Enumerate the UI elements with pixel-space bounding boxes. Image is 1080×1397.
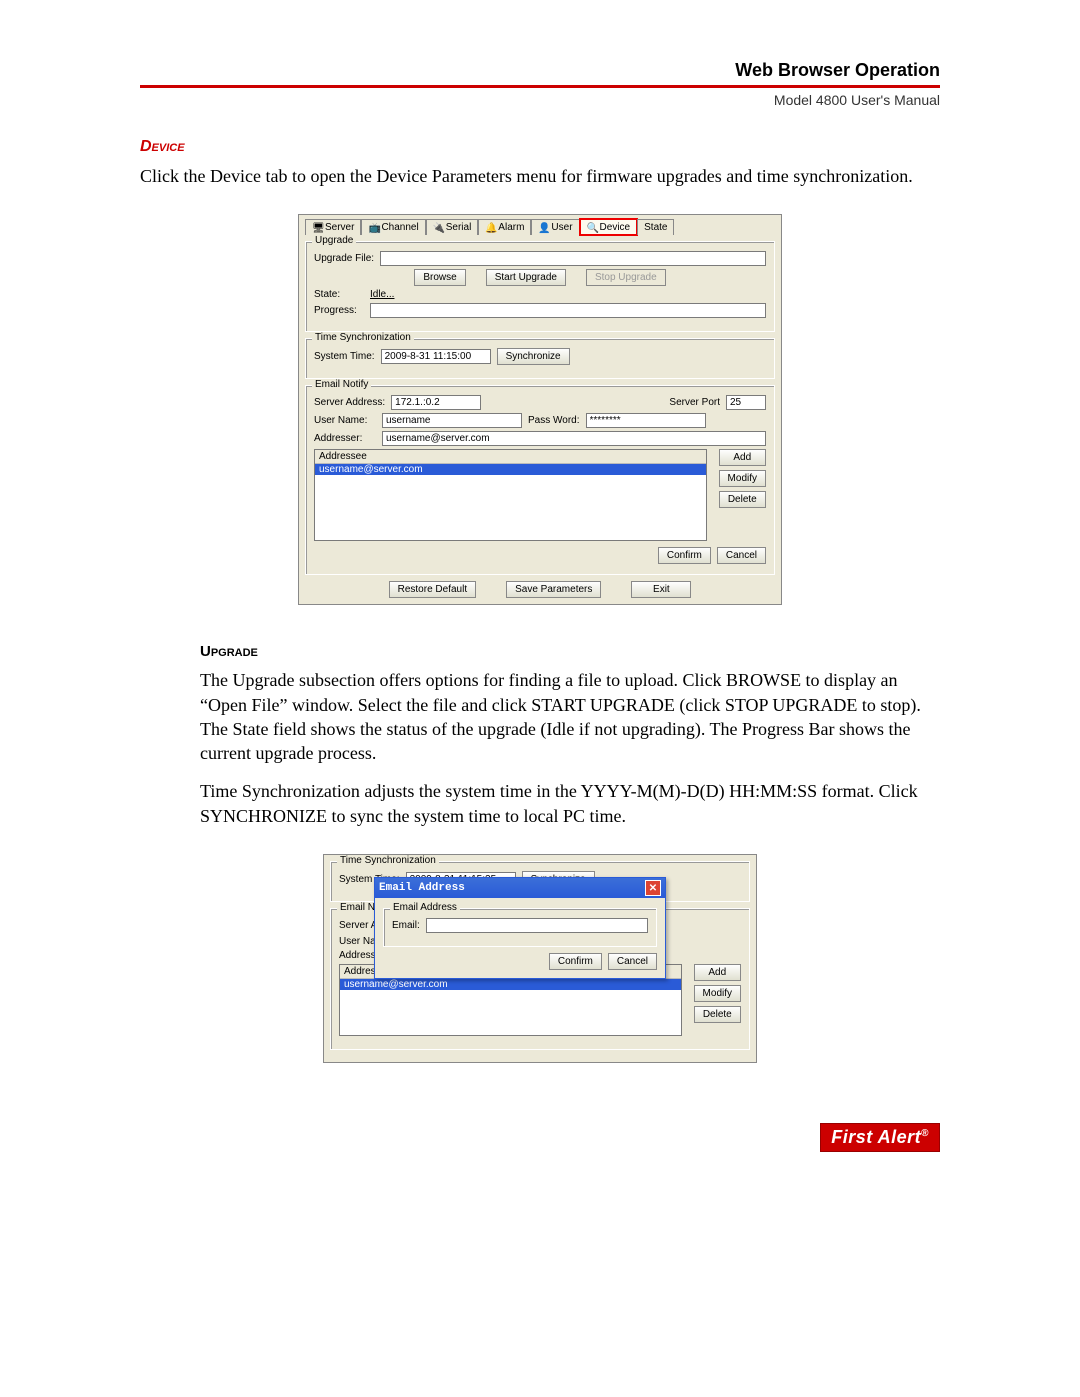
email-cancel-button[interactable]: Cancel: [717, 547, 766, 564]
username-input[interactable]: [382, 413, 522, 428]
dialog-cancel-button[interactable]: Cancel: [608, 953, 657, 970]
alarm-icon: 🔔: [485, 223, 495, 233]
tab-server[interactable]: 🖥Server: [305, 219, 361, 235]
dialog-confirm-button[interactable]: Confirm: [549, 953, 602, 970]
tab-device-label: Device: [600, 222, 631, 233]
addressee-list[interactable]: Addressee username@server.com: [314, 449, 707, 541]
tab-channel[interactable]: 📺Channel: [361, 219, 425, 235]
delete-button[interactable]: Delete: [719, 491, 766, 508]
upgrade-paragraph-1: The Upgrade subsection offers options fo…: [200, 668, 940, 765]
dialog-email-legend: Email Address: [390, 902, 460, 913]
delete-button-2[interactable]: Delete: [694, 1006, 741, 1023]
logo-text: First Alert: [831, 1127, 921, 1147]
server-address-input[interactable]: [391, 395, 481, 410]
dialog-title-text: Email Address: [379, 882, 465, 894]
channel-icon: 📺: [368, 223, 378, 233]
tab-serial[interactable]: 🔌Serial: [426, 219, 479, 235]
add-button-2[interactable]: Add: [694, 964, 741, 981]
addresser-input[interactable]: [382, 431, 766, 446]
tab-state-label: State: [644, 222, 667, 233]
state-label: State:: [314, 289, 364, 300]
server-address-label: Server Address:: [314, 397, 385, 408]
addressee-item[interactable]: username@server.com: [315, 464, 706, 475]
upgrade-legend: Upgrade: [312, 235, 356, 246]
username-label: User Name:: [314, 415, 376, 426]
tab-server-label: Server: [325, 222, 354, 233]
tab-device[interactable]: 🔍Device: [580, 219, 638, 235]
page-header-title: Web Browser Operation: [140, 60, 940, 81]
dialog-email-input[interactable]: [426, 918, 648, 933]
tab-serial-label: Serial: [446, 222, 472, 233]
upgrade-file-label: Upgrade File:: [314, 253, 374, 264]
device-intro-text: Click the Device tab to open the Device …: [140, 164, 940, 188]
email-address-dialog: Email Address ✕ Email Address Email: Con…: [374, 877, 666, 979]
tab-user-label: User: [551, 222, 572, 233]
synchronize-button[interactable]: Synchronize: [497, 348, 570, 365]
start-upgrade-button[interactable]: Start Upgrade: [486, 269, 566, 286]
first-alert-logo: First Alert®: [820, 1123, 940, 1152]
tab-bar: 🖥Server 📺Channel 🔌Serial 🔔Alarm 👤User 🔍D…: [305, 219, 775, 235]
addresser-label: Addresser:: [314, 433, 376, 444]
progress-bar: [370, 303, 766, 318]
timesync-group: Time Synchronization System Time: Synchr…: [305, 338, 775, 379]
page-header-subtitle: Model 4800 User's Manual: [140, 92, 940, 108]
modify-button-2[interactable]: Modify: [694, 985, 741, 1002]
dialog-email-label: Email:: [392, 920, 420, 931]
server-port-input[interactable]: [726, 395, 766, 410]
timesync-legend-2: Time Synchronization: [337, 855, 439, 866]
password-label: Pass Word:: [528, 415, 580, 426]
email-confirm-button[interactable]: Confirm: [658, 547, 711, 564]
tab-user[interactable]: 👤User: [531, 219, 579, 235]
systime-input[interactable]: [381, 349, 491, 364]
user-icon: 👤: [538, 223, 548, 233]
state-value: Idle...: [370, 289, 394, 300]
server-icon: 🖥: [312, 223, 322, 233]
upgrade-paragraph-2: Time Synchronization adjusts the system …: [200, 779, 940, 828]
email-group: Email Notify Server Address: Server Port…: [305, 385, 775, 575]
device-tab-screenshot: 🖥Server 📺Channel 🔌Serial 🔔Alarm 👤User 🔍D…: [298, 214, 782, 605]
logo-registered: ®: [921, 1128, 929, 1139]
serial-icon: 🔌: [433, 223, 443, 233]
addressee-item-2[interactable]: username@server.com: [340, 979, 681, 990]
server-port-label: Server Port: [669, 397, 720, 408]
browse-button[interactable]: Browse: [414, 269, 465, 286]
upgrade-file-input[interactable]: [380, 251, 766, 266]
email-dialog-screenshot: Time Synchronization System Time: Synchr…: [323, 854, 757, 1063]
save-parameters-button[interactable]: Save Parameters: [506, 581, 601, 598]
tab-alarm[interactable]: 🔔Alarm: [478, 219, 531, 235]
systime-label: System Time:: [314, 351, 375, 362]
close-icon[interactable]: ✕: [645, 880, 661, 896]
dialog-email-group: Email Address Email:: [383, 908, 657, 947]
add-button[interactable]: Add: [719, 449, 766, 466]
timesync-legend: Time Synchronization: [312, 332, 414, 343]
upgrade-heading: Upgrade: [200, 643, 940, 660]
stop-upgrade-button[interactable]: Stop Upgrade: [586, 269, 666, 286]
header-rule: [140, 85, 940, 88]
modify-button[interactable]: Modify: [719, 470, 766, 487]
email-legend: Email Notify: [312, 379, 371, 390]
upgrade-group: Upgrade Upgrade File: Browse Start Upgra…: [305, 241, 775, 332]
password-input[interactable]: [586, 413, 706, 428]
addressee-header: Addressee: [315, 450, 706, 464]
exit-button[interactable]: Exit: [631, 581, 691, 598]
restore-default-button[interactable]: Restore Default: [389, 581, 476, 598]
section-device-label: Device: [140, 138, 940, 156]
tab-channel-label: Channel: [381, 222, 418, 233]
tab-alarm-label: Alarm: [498, 222, 524, 233]
tab-state[interactable]: State: [637, 219, 674, 235]
device-icon: 🔍: [587, 223, 597, 233]
progress-label: Progress:: [314, 305, 364, 316]
